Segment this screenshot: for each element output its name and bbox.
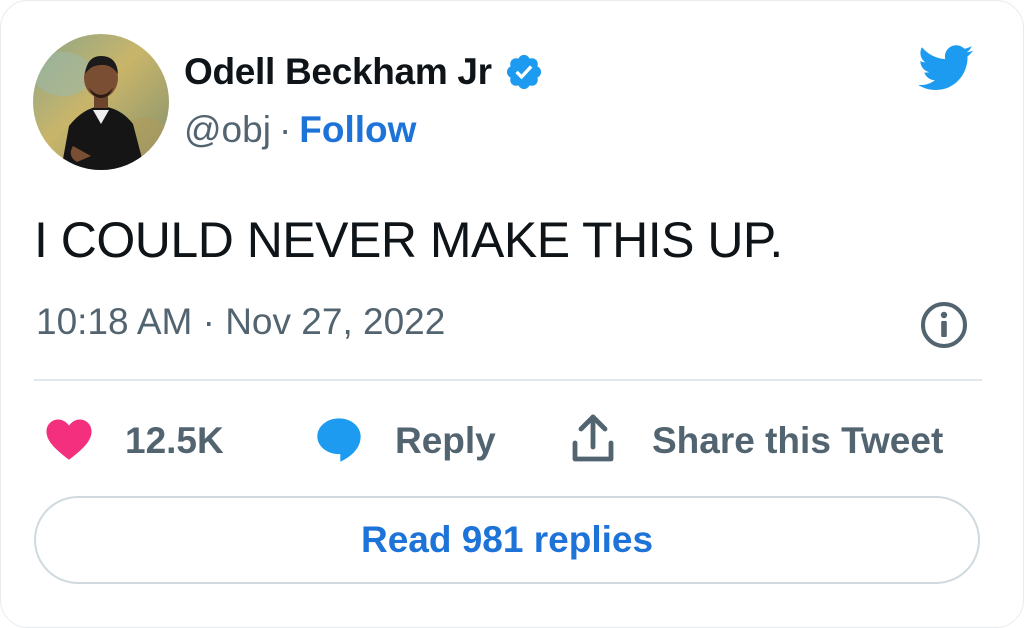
display-name[interactable]: Odell Beckham Jr: [184, 51, 492, 93]
read-replies-button[interactable]: Read 981 replies: [34, 496, 980, 584]
avatar[interactable]: [33, 34, 169, 170]
share-icon[interactable]: [571, 413, 615, 465]
tweet-text: I COULD NEVER MAKE THIS UP.: [34, 212, 783, 268]
info-icon[interactable]: [919, 300, 969, 350]
twitter-bird-icon[interactable]: [913, 39, 979, 95]
reply-button[interactable]: Reply: [395, 413, 496, 469]
reply-bubble-icon[interactable]: [313, 413, 365, 465]
verified-badge-icon: [506, 54, 541, 90]
likes-count: 12.5K: [125, 420, 224, 461]
user-handle[interactable]: @obj: [184, 109, 271, 151]
share-button[interactable]: Share this Tweet: [652, 413, 943, 469]
tweet-timestamp[interactable]: 10:18 AM · Nov 27, 2022: [36, 301, 445, 343]
follow-link[interactable]: Follow: [299, 109, 416, 151]
heart-icon[interactable]: [43, 413, 95, 465]
likes-count-button[interactable]: 12.5K: [125, 413, 224, 469]
reply-label: Reply: [395, 420, 496, 461]
share-label: Share this Tweet: [652, 420, 944, 461]
divider: [34, 379, 982, 381]
action-bar: 12.5K Reply Share this Tweet: [1, 413, 1024, 469]
tweet-card: Odell Beckham Jr @obj · Follow I COULD N…: [0, 0, 1024, 628]
separator-dot: ·: [278, 109, 292, 150]
user-name-row: Odell Beckham Jr: [184, 51, 544, 93]
handle-row: @obj · Follow: [184, 109, 416, 151]
